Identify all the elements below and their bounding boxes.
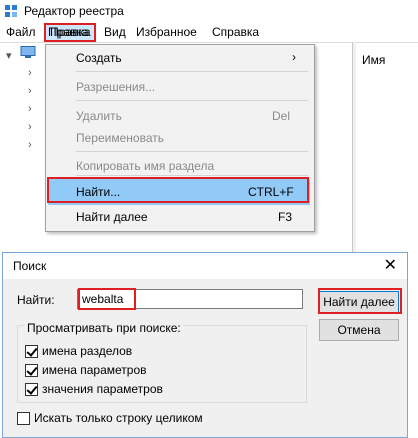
menu-separator xyxy=(76,175,308,176)
option-whole-string[interactable]: Искать только строку целиком xyxy=(17,411,203,425)
menu-view[interactable]: Вид xyxy=(104,25,126,39)
menu-separator xyxy=(76,71,308,72)
column-header-name[interactable]: Имя xyxy=(362,53,385,67)
menu-item-create[interactable]: Создать xyxy=(76,51,122,65)
values-pane[interactable] xyxy=(356,42,418,255)
menu-item-rename[interactable]: Переименовать xyxy=(76,131,164,145)
computer-icon xyxy=(20,46,36,58)
menu-item-find[interactable]: Найти... xyxy=(76,185,120,199)
annotation-search-text-box xyxy=(78,288,136,310)
chevron-right-icon[interactable]: › xyxy=(28,85,32,97)
menu-item-find-next[interactable]: Найти далее xyxy=(76,210,148,224)
menu-separator xyxy=(76,100,308,101)
chevron-down-icon[interactable]: ▾ xyxy=(6,49,12,62)
window-title: Редактор реестра xyxy=(24,4,124,18)
menu-edit-label[interactable]: Правка xyxy=(50,25,91,39)
chevron-right-icon[interactable]: › xyxy=(28,103,32,115)
menu-file[interactable]: Файл xyxy=(6,25,36,39)
checkbox-value-names[interactable] xyxy=(25,364,38,377)
menu-help[interactable]: Справка xyxy=(212,25,259,39)
submenu-arrow-icon: › xyxy=(292,50,296,64)
option-label: значения параметров xyxy=(42,382,163,396)
dialog-title: Поиск xyxy=(13,259,47,273)
shortcut-delete: Del xyxy=(272,109,291,123)
close-icon[interactable]: ✕ xyxy=(384,255,397,275)
option-key-names[interactable]: имена разделов xyxy=(25,344,132,358)
checkbox-value-data[interactable] xyxy=(25,383,38,396)
edit-dropdown-menu: Создать › Разрешения... Удалить Del Пере… xyxy=(45,44,315,232)
option-value-names[interactable]: имена параметров xyxy=(25,363,147,377)
title-bar: Редактор реестра xyxy=(0,0,418,22)
cancel-button[interactable]: Отмена xyxy=(319,319,399,341)
chevron-right-icon[interactable]: › xyxy=(28,139,32,151)
option-label: Искать только строку целиком xyxy=(34,411,203,425)
menu-favorites[interactable]: Избранное xyxy=(136,25,197,39)
search-dialog: Поиск ✕ Найти: Найти далее Отмена Просма… xyxy=(2,252,408,438)
group-label: Просматривать при поиске: xyxy=(25,321,183,335)
checkbox-whole-string[interactable] xyxy=(17,412,30,425)
chevron-right-icon[interactable]: › xyxy=(28,67,32,79)
find-label: Найти: xyxy=(17,293,55,307)
chevron-right-icon[interactable]: › xyxy=(28,121,32,133)
menu-separator xyxy=(76,151,308,152)
dialog-title-bar[interactable]: Поиск ✕ xyxy=(3,253,407,279)
option-value-data[interactable]: значения параметров xyxy=(25,382,163,396)
shortcut-find: CTRL+F xyxy=(248,185,294,199)
annotation-find-next-box xyxy=(318,288,402,314)
option-label: имена параметров xyxy=(42,363,147,377)
menu-item-copy-key-name[interactable]: Копировать имя раздела xyxy=(76,159,214,173)
shortcut-find-next: F3 xyxy=(278,210,293,224)
option-label: имена разделов xyxy=(42,344,133,358)
checkbox-key-names[interactable] xyxy=(25,345,38,358)
menu-item-delete[interactable]: Удалить xyxy=(76,109,122,123)
registry-editor-icon xyxy=(5,5,17,17)
menu-item-permissions[interactable]: Разрешения... xyxy=(76,80,155,94)
